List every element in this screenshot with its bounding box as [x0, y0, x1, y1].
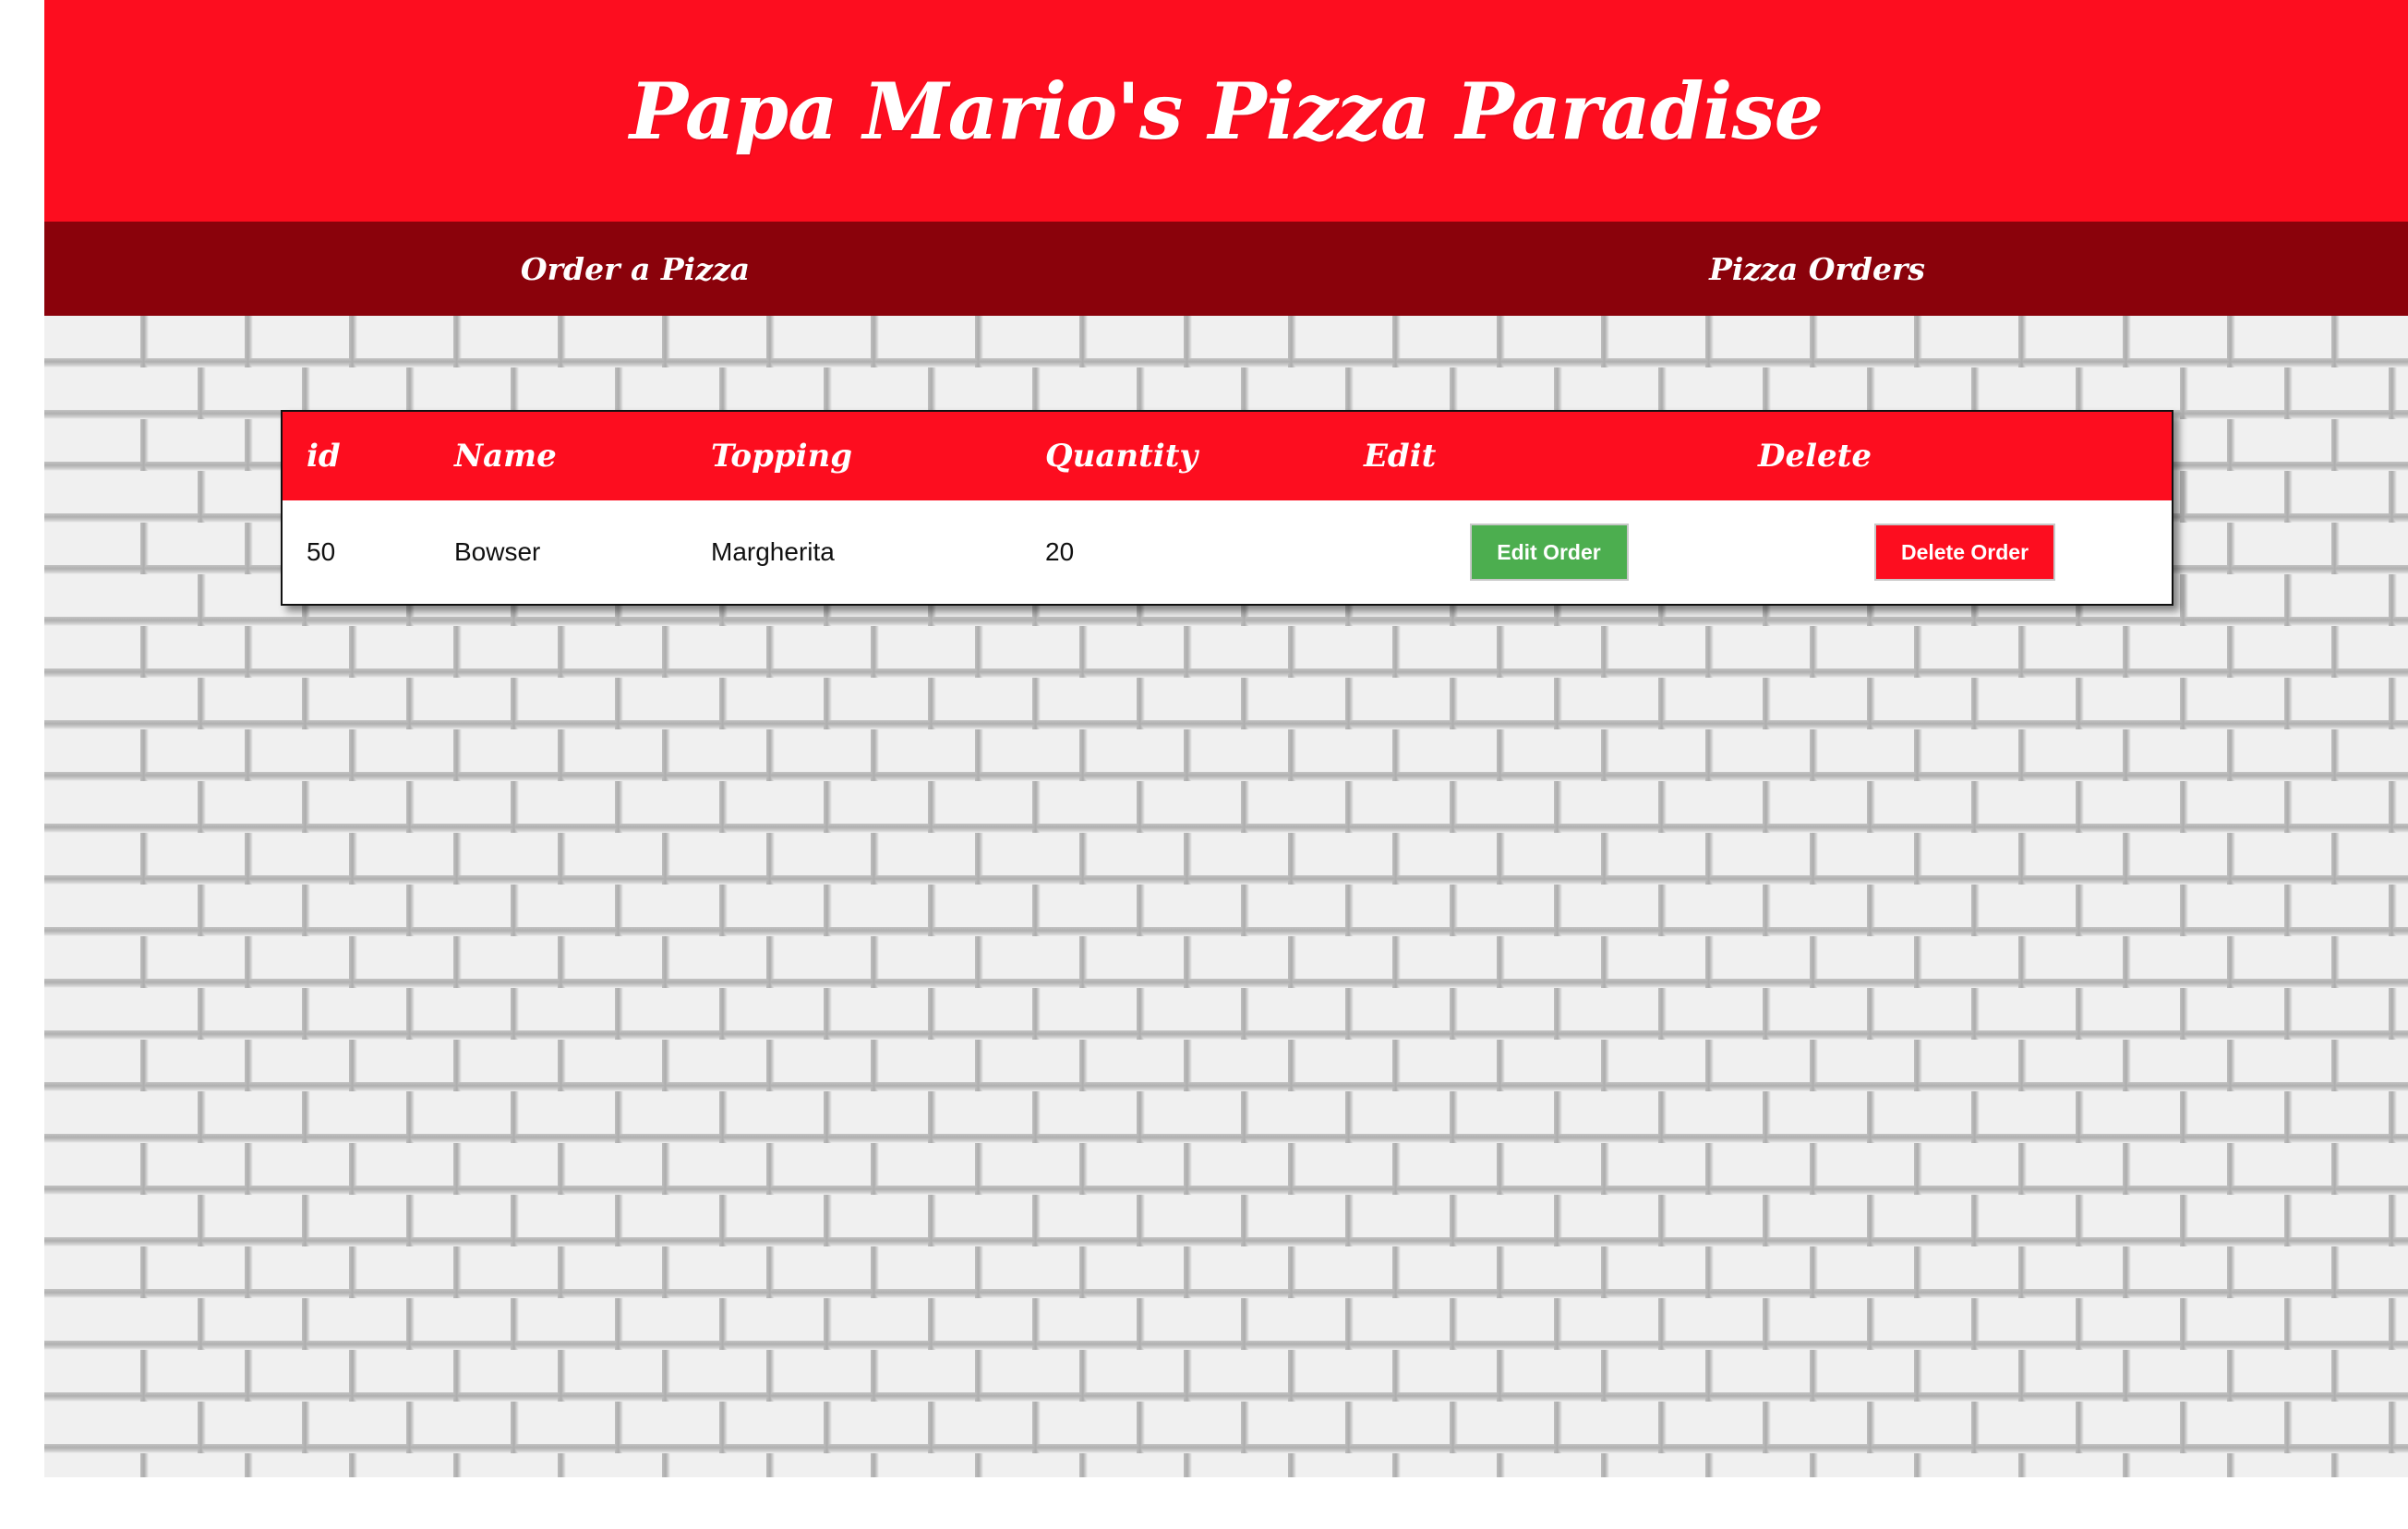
delete-order-button[interactable]: Delete Order: [1874, 524, 2055, 581]
brick-row: [44, 1350, 2408, 1402]
orders-table-header: id Name Topping Quantity Edit Delete: [283, 412, 2172, 500]
brick-row: [44, 1246, 2408, 1298]
nav-order-a-pizza[interactable]: Order a Pizza: [44, 222, 1226, 316]
column-header-id: id: [307, 438, 341, 475]
delete-cell: Delete Order: [1734, 500, 2172, 604]
brick-row: [44, 936, 2408, 988]
brick-row: [44, 1091, 2408, 1143]
order-quantity-cell: 20: [1045, 537, 1075, 566]
nav-pizza-orders[interactable]: Pizza Orders: [1226, 222, 2408, 316]
brick-row: [44, 1040, 2408, 1091]
order-topping-cell: Margherita: [711, 537, 835, 566]
brick-row: [44, 885, 2408, 936]
site-title: Papa Mario's Pizza Paradise: [629, 65, 1824, 157]
main-nav: Order a Pizza Pizza Orders: [44, 222, 2408, 316]
site-header: Papa Mario's Pizza Paradise: [44, 0, 2408, 222]
brick-row: [44, 781, 2408, 833]
brick-row: [44, 678, 2408, 729]
brick-row: [44, 626, 2408, 678]
brick-row: [44, 1298, 2408, 1350]
brick-row: [44, 1453, 2408, 1477]
order-id-cell: 50: [307, 537, 336, 566]
table-row: 50 Bowser Margherita 20 Edit Order Delet…: [283, 500, 2172, 604]
column-header-quantity: Quantity: [1045, 438, 1198, 475]
orders-table: id Name Topping Quantity Edit Delete 50 …: [283, 412, 2172, 604]
column-header-edit: Edit: [1364, 438, 1437, 475]
brick-row: [44, 988, 2408, 1040]
column-header-delete: Delete: [1758, 438, 1872, 475]
orders-card: id Name Topping Quantity Edit Delete 50 …: [281, 410, 2173, 606]
page: Papa Mario's Pizza Paradise Order a Pizz…: [44, 0, 2408, 1477]
column-header-topping: Topping: [711, 438, 853, 475]
header-row: id Name Topping Quantity Edit Delete: [283, 412, 2172, 500]
brick-row: [44, 1143, 2408, 1195]
brick-row: [44, 1195, 2408, 1246]
orders-table-body: 50 Bowser Margherita 20 Edit Order Delet…: [283, 500, 2172, 604]
brick-row: [44, 1402, 2408, 1453]
brick-row: [44, 316, 2408, 367]
order-name-cell: Bowser: [454, 537, 541, 566]
brick-row: [44, 729, 2408, 781]
brick-row: [44, 833, 2408, 885]
edit-cell: Edit Order: [1340, 500, 1734, 604]
edit-order-button[interactable]: Edit Order: [1469, 524, 1629, 581]
column-header-name: Name: [454, 438, 557, 475]
